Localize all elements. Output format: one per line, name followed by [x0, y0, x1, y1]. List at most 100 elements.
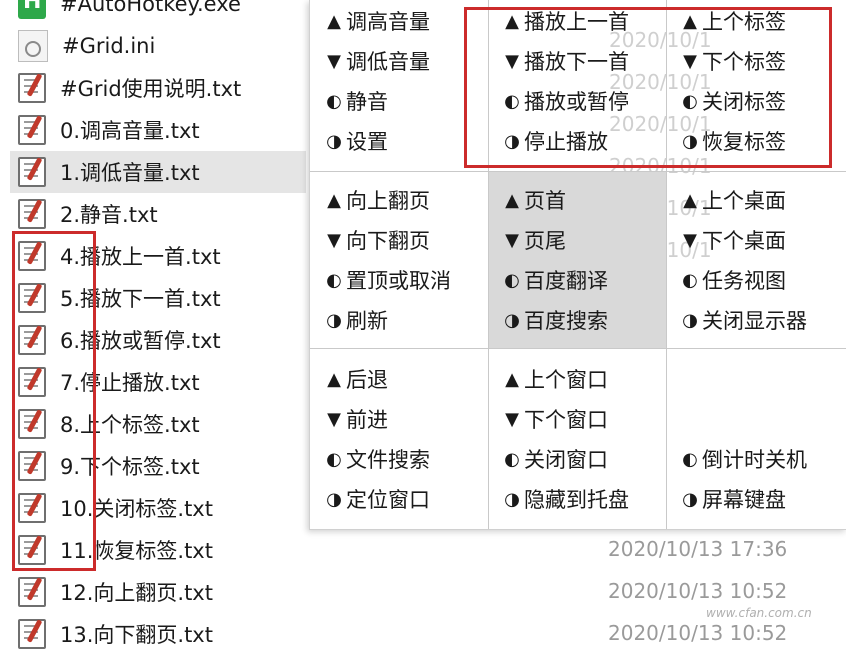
half-circle-right-icon: ◑ [504, 488, 520, 510]
grid-menu-item-label: 屏幕键盘 [702, 488, 786, 512]
exe-icon [18, 0, 46, 19]
watermark: www.cfan.com.cn [706, 606, 812, 620]
file-row[interactable]: 1.调低音量.txt [10, 151, 306, 193]
grid-cell: ▲ 向上翻页 ▼ 向下翻页 ◐ 置顶或取消 ◑ 刷新 [310, 171, 488, 348]
grid-cell: ▲ 调高音量 ▼ 调低音量 ◐ 静音 ◑ 设置 [310, 0, 488, 171]
up-triangle-icon: ▲ [327, 368, 341, 390]
grid-menu-item[interactable]: ◐ 关闭窗口 [502, 444, 608, 474]
grid-menu-item-label: 关闭窗口 [524, 448, 608, 472]
grid-menu-item[interactable]: ▼ 下个桌面 [680, 225, 786, 255]
grid-menu-item[interactable]: ◐ 倒计时关机 [680, 444, 807, 474]
txt-icon [18, 619, 46, 649]
up-triangle-icon: ▲ [327, 189, 341, 211]
file-row[interactable]: 0.调高音量.txt [10, 109, 306, 151]
grid-menu-item[interactable]: ▼ 前进 [324, 404, 388, 434]
grid-menu-item-label: 下个桌面 [702, 229, 786, 253]
file-name: 2.静音.txt [60, 203, 158, 227]
grid-menu-item-label: 定位窗口 [346, 488, 430, 512]
highlight-box-grid-cells [464, 7, 832, 168]
grid-menu-item[interactable]: ▼ 页尾 [502, 225, 566, 255]
grid-menu-item[interactable]: ◐ 静音 [324, 86, 388, 116]
ini-icon [18, 30, 48, 62]
file-row[interactable]: 13.向下翻页.txt [10, 613, 306, 655]
grid-menu-item[interactable]: ◑ 屏幕键盘 [680, 484, 786, 514]
half-circle-left-icon: ◐ [682, 269, 698, 291]
down-triangle-icon: ▼ [327, 408, 341, 430]
grid-cell: ▲ 页首 ▼ 页尾 ◐ 百度翻译 ◑ 百度搜索 [488, 171, 666, 348]
grid-divider [310, 171, 846, 172]
grid-cell: ◐ 倒计时关机 ◑ 屏幕键盘 [666, 348, 846, 529]
grid-menu-item[interactable]: ▲ 页首 [502, 185, 566, 215]
grid-menu-item-label: 下个窗口 [524, 408, 608, 432]
txt-icon [18, 577, 46, 607]
file-row[interactable]: #Grid使用说明.txt [10, 67, 306, 109]
grid-menu-item-label: 向上翻页 [346, 189, 430, 213]
down-triangle-icon: ▼ [505, 229, 519, 251]
grid-menu-item-label: 调低音量 [346, 50, 430, 74]
grid-menu-item[interactable]: ◑ 隐藏到托盘 [502, 484, 629, 514]
half-circle-right-icon: ◑ [682, 488, 698, 510]
grid-menu-item[interactable]: ▲ 上个桌面 [680, 185, 786, 215]
grid-menu-item-label: 前进 [346, 408, 388, 432]
grid-menu-item[interactable]: ▲ 向上翻页 [324, 185, 430, 215]
file-name: #AutoHotkey.exe [60, 0, 241, 16]
txt-icon [18, 157, 46, 187]
down-triangle-icon: ▼ [327, 229, 341, 251]
grid-menu-item-label: 任务视图 [702, 269, 786, 293]
grid-menu-item[interactable]: ▲ 上个窗口 [502, 364, 608, 394]
file-name: #Grid使用说明.txt [60, 77, 242, 101]
txt-icon [18, 115, 46, 145]
grid-menu-item-label: 向下翻页 [346, 229, 430, 253]
grid-menu-item-label: 百度搜索 [524, 309, 608, 333]
grid-menu-item[interactable]: ◐ 百度翻译 [502, 265, 608, 295]
grid-menu-item[interactable]: ◑ 设置 [324, 126, 388, 156]
grid-menu-item-label: 页首 [524, 189, 566, 213]
grid-divider [310, 348, 846, 349]
up-triangle-icon: ▲ [505, 368, 519, 390]
file-row[interactable]: 12.向上翻页.txt [10, 571, 306, 613]
highlight-box-file-list [12, 231, 96, 571]
grid-menu-item-label: 调高音量 [346, 10, 430, 34]
grid-menu-item[interactable]: ◐ 任务视图 [680, 265, 786, 295]
grid-menu-item[interactable]: ▼ 向下翻页 [324, 225, 430, 255]
down-triangle-icon: ▼ [683, 229, 697, 251]
grid-menu-item[interactable]: ◐ 置顶或取消 [324, 265, 451, 295]
grid-menu-item[interactable]: ◑ 关闭显示器 [680, 305, 807, 335]
file-row[interactable]: #AutoHotkey.exe [10, 0, 306, 25]
up-triangle-icon: ▲ [683, 189, 697, 211]
half-circle-left-icon: ◐ [326, 90, 342, 112]
grid-menu-item[interactable]: ▼ 调低音量 [324, 46, 430, 76]
grid-menu-item-label: 倒计时关机 [702, 448, 807, 472]
file-row[interactable]: #Grid.ini [10, 25, 306, 67]
grid-menu-item-label: 百度翻译 [524, 269, 608, 293]
grid-menu-item-label: 设置 [346, 130, 388, 154]
grid-menu-item-label: 静音 [346, 90, 388, 114]
file-name: 0.调高音量.txt [60, 119, 200, 143]
down-triangle-icon: ▼ [327, 50, 341, 72]
grid-menu-item[interactable]: ▲ 调高音量 [324, 6, 430, 36]
grid-menu-item-label: 上个窗口 [524, 368, 608, 392]
grid-cell: ▲ 后退 ▼ 前进 ◐ 文件搜索 ◑ 定位窗口 [310, 348, 488, 529]
grid-menu-item[interactable]: ▼ 下个窗口 [502, 404, 608, 434]
half-circle-right-icon: ◑ [326, 309, 342, 331]
grid-menu-item-label: 文件搜索 [346, 448, 430, 472]
grid-menu-item-label: 关闭显示器 [702, 309, 807, 333]
grid-menu-item-label: 上个桌面 [702, 189, 786, 213]
up-triangle-icon: ▲ [327, 10, 341, 32]
grid-menu-item-label: 隐藏到托盘 [524, 488, 629, 512]
file-name: 1.调低音量.txt [60, 161, 200, 185]
grid-menu-item[interactable]: ◑ 定位窗口 [324, 484, 430, 514]
grid-menu-item-label: 刷新 [346, 309, 388, 333]
half-circle-right-icon: ◑ [326, 488, 342, 510]
half-circle-left-icon: ◐ [326, 269, 342, 291]
grid-menu-item[interactable]: ◐ 文件搜索 [324, 444, 430, 474]
grid-cell: ▲ 上个桌面 ▼ 下个桌面 ◐ 任务视图 ◑ 关闭显示器 [666, 171, 846, 348]
grid-menu-item-label: 后退 [346, 368, 388, 392]
grid-menu-item[interactable]: ◑ 百度搜索 [502, 305, 608, 335]
file-name: #Grid.ini [62, 34, 156, 58]
up-triangle-icon: ▲ [505, 189, 519, 211]
grid-menu-item-label: 置顶或取消 [346, 269, 451, 293]
grid-menu-item[interactable]: ◑ 刷新 [324, 305, 388, 335]
file-row[interactable]: 2.静音.txt [10, 193, 306, 235]
grid-menu-item[interactable]: ▲ 后退 [324, 364, 388, 394]
